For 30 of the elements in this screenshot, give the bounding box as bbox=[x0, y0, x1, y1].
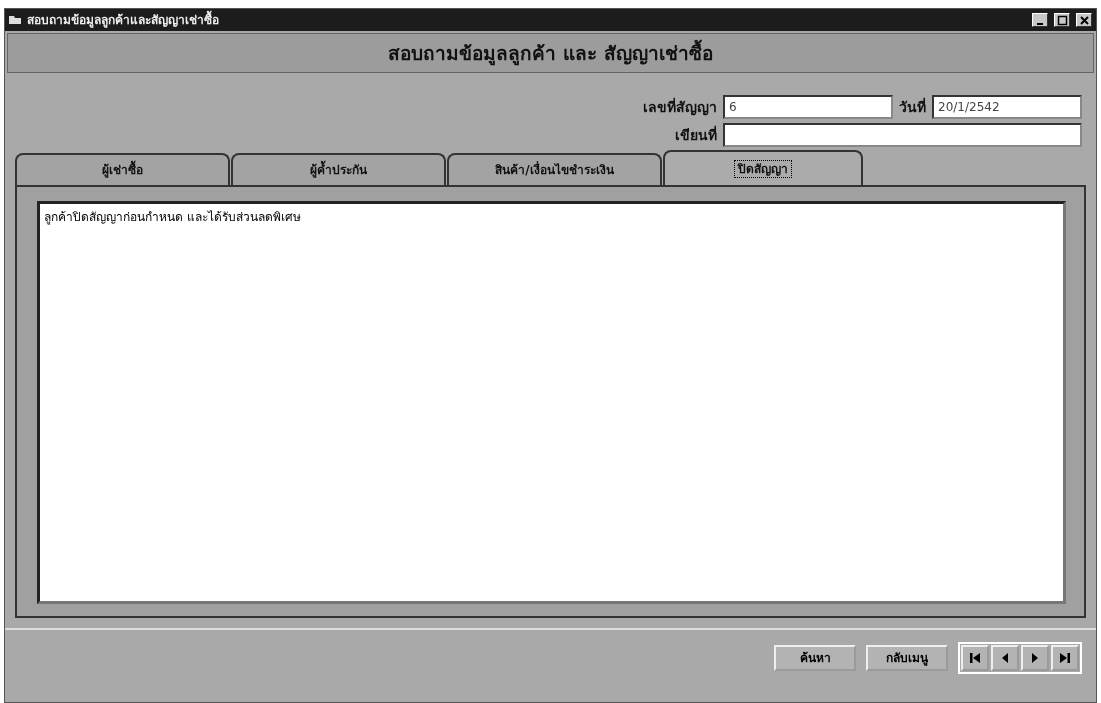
window-title: สอบถามข้อมูลลูกค้าและสัญญาเช่าซื้อ bbox=[27, 11, 1026, 29]
close-button[interactable] bbox=[1076, 13, 1092, 27]
previous-record-button[interactable] bbox=[991, 645, 1019, 671]
window-icon bbox=[9, 16, 21, 24]
field-label: เลขที่สัญญา bbox=[643, 96, 717, 118]
maximize-icon bbox=[1057, 15, 1067, 25]
last-record-button[interactable] bbox=[1051, 645, 1079, 671]
tab[interactable]: ผู้ค้ำประกัน bbox=[231, 153, 446, 185]
tab[interactable]: สินค้า/เงื่อนไขชำระเงิน bbox=[447, 153, 662, 185]
last-record-icon bbox=[1060, 653, 1070, 663]
form-header: สอบถามข้อมูลลูกค้า และ สัญญาเช่าซื้อ bbox=[7, 33, 1094, 73]
close-icon bbox=[1079, 15, 1089, 25]
field-label: เขียนที่ bbox=[674, 124, 717, 145]
first-record-icon bbox=[970, 653, 980, 663]
input-field[interactable]: 6 bbox=[723, 95, 893, 119]
minimize-icon bbox=[1036, 22, 1043, 25]
next-record-icon bbox=[1032, 653, 1038, 663]
note-field[interactable]: ลูกค้าปิดสัญญาก่อนกำหนด และได้รับส่วนลดพิเศษ bbox=[37, 201, 1066, 604]
minimize-button[interactable] bbox=[1032, 13, 1048, 27]
maximize-button[interactable] bbox=[1054, 13, 1070, 27]
command-button[interactable]: ค้นหา bbox=[774, 645, 856, 671]
input-field[interactable]: 20/1/2542 bbox=[932, 95, 1082, 119]
tab[interactable]: ผู้เช่าซื้อ bbox=[15, 153, 230, 185]
field-label: วันที่ bbox=[899, 96, 926, 117]
first-record-button[interactable] bbox=[961, 645, 989, 671]
tab[interactable]: ปิดสัญญา bbox=[663, 150, 863, 185]
next-record-button[interactable] bbox=[1021, 645, 1049, 671]
previous-record-icon bbox=[1002, 653, 1008, 663]
input-field[interactable] bbox=[723, 123, 1082, 147]
command-button[interactable]: กลับเมนู bbox=[866, 645, 948, 671]
